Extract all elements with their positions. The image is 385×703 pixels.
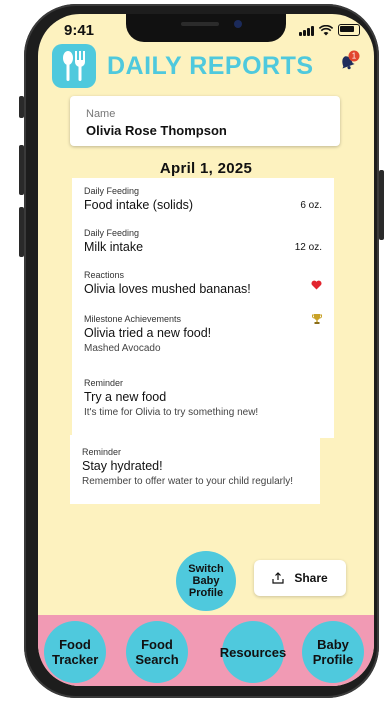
entry-category: Daily Feeding bbox=[84, 228, 140, 238]
share-label: Share bbox=[294, 571, 328, 585]
switch-profile-label: Switch Baby Profile bbox=[188, 563, 224, 599]
notification-bell-icon[interactable]: 1 bbox=[338, 50, 360, 77]
entry-category: Reminder bbox=[84, 378, 124, 388]
entry-title: Food intake (solids) bbox=[84, 198, 194, 212]
nav-food-tracker[interactable]: Food Tracker bbox=[44, 621, 106, 683]
name-card: Name Olivia Rose Thompson bbox=[70, 96, 340, 146]
notification-badge: 1 bbox=[352, 52, 357, 61]
name-value: Olivia Rose Thompson bbox=[86, 123, 227, 138]
fork-spoon-icon bbox=[52, 44, 96, 88]
entry-category: Milestone Achievements bbox=[84, 314, 182, 324]
entry-title: Stay hydrated! bbox=[82, 459, 163, 473]
entry-title: Try a new food bbox=[84, 390, 167, 404]
list-item[interactable]: Reminder Try a new food It's time for Ol… bbox=[84, 378, 322, 418]
nav-baby-profile[interactable]: Baby Profile bbox=[302, 621, 364, 683]
app-header: DAILY REPORTS bbox=[52, 44, 314, 88]
switch-baby-profile-button[interactable]: Switch Baby Profile bbox=[176, 551, 236, 611]
power-button bbox=[379, 170, 384, 240]
battery-icon bbox=[338, 24, 360, 36]
bottom-nav: Food Tracker Food Search Resources Baby … bbox=[38, 615, 374, 686]
entry-category: Reminder bbox=[82, 447, 122, 457]
trophy-icon bbox=[312, 314, 322, 328]
entry-detail: Remember to offer water to your child re… bbox=[82, 476, 294, 487]
entry-detail: It's time for Olivia to try something ne… bbox=[84, 407, 259, 418]
nav-resources[interactable]: Resources bbox=[219, 621, 287, 683]
nav-food-search[interactable]: Food Search bbox=[126, 621, 188, 683]
nav-label: Food Tracker bbox=[52, 637, 99, 667]
list-item[interactable]: Milestone Achievements Olivia tried a ne… bbox=[84, 314, 322, 354]
entry-title: Milk intake bbox=[84, 240, 144, 254]
entry-title: Olivia loves mushed bananas! bbox=[84, 282, 251, 296]
signal-icon bbox=[299, 25, 314, 36]
report-date: April 1, 2025 bbox=[159, 160, 253, 177]
wifi-icon bbox=[319, 24, 333, 35]
entry-category: Reactions bbox=[84, 270, 125, 280]
share-icon bbox=[272, 572, 284, 584]
list-item[interactable]: Reactions Olivia loves mushed bananas! bbox=[84, 270, 322, 296]
page-title: DAILY REPORTS bbox=[107, 51, 314, 80]
list-item[interactable]: Daily Feeding Food intake (solids) 6 oz. bbox=[84, 186, 322, 212]
hydration-reminder-card[interactable]: Reminder Stay hydrated! Remember to offe… bbox=[70, 435, 320, 504]
heart-icon bbox=[311, 280, 322, 293]
nav-label: Baby Profile bbox=[312, 637, 354, 667]
list-item[interactable]: Daily Feeding Milk intake 12 oz. bbox=[84, 228, 322, 254]
notch bbox=[126, 14, 286, 42]
nav-label: Food Search bbox=[135, 637, 179, 667]
entry-title: Olivia tried a new food! bbox=[84, 326, 212, 340]
status-icons bbox=[299, 24, 360, 36]
entry-amount: 12 oz. bbox=[294, 242, 322, 253]
share-button[interactable]: Share bbox=[254, 560, 346, 596]
entry-detail: Mashed Avocado bbox=[84, 343, 161, 354]
report-list: Daily Feeding Food intake (solids) 6 oz.… bbox=[72, 178, 334, 438]
nav-label: Resources bbox=[219, 644, 287, 660]
entry-category: Daily Feeding bbox=[84, 186, 140, 196]
name-label: Name bbox=[86, 108, 116, 120]
entry-amount: 6 oz. bbox=[300, 200, 322, 211]
status-time: 9:41 bbox=[64, 22, 95, 39]
app-screen: 9:41 DAILY REPORTS 1 Name Olivia Rose Th… bbox=[38, 14, 374, 686]
